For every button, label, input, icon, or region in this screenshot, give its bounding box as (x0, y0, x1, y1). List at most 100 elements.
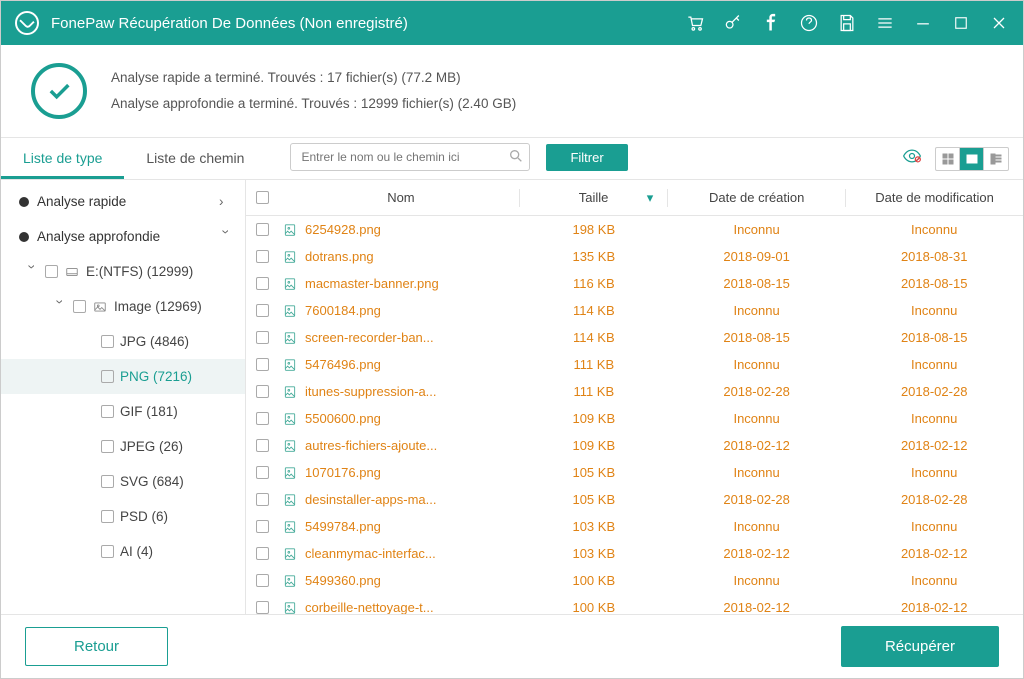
checkbox[interactable] (101, 335, 114, 348)
toolbar: Liste de type Liste de chemin Filtrer (1, 138, 1023, 180)
maximize-icon[interactable] (951, 13, 971, 33)
column-created[interactable]: Date de création (668, 190, 845, 205)
row-checkbox[interactable] (256, 547, 269, 560)
column-size[interactable]: Taille▾ (520, 190, 667, 205)
row-checkbox[interactable] (256, 250, 269, 263)
file-modified: Inconnu (845, 573, 1023, 588)
file-modified: 2018-08-15 (845, 276, 1023, 291)
file-name: 1070176.png (305, 465, 381, 480)
back-button[interactable]: Retour (25, 627, 168, 666)
table-row[interactable]: 5499360.png100 KBInconnuInconnu (246, 567, 1023, 594)
file-image-icon (283, 331, 297, 345)
table-row[interactable]: autres-fichiers-ajoute...109 KB2018-02-1… (246, 432, 1023, 459)
table-row[interactable]: dotrans.png135 KB2018-09-012018-08-31 (246, 243, 1023, 270)
save-icon[interactable] (837, 13, 857, 33)
table-row[interactable]: 5499784.png103 KBInconnuInconnu (246, 513, 1023, 540)
row-checkbox[interactable] (256, 601, 269, 614)
close-icon[interactable] (989, 13, 1009, 33)
file-modified: Inconnu (845, 357, 1023, 372)
file-modified: 2018-02-12 (845, 438, 1023, 453)
table-row[interactable]: screen-recorder-ban...114 KB2018-08-1520… (246, 324, 1023, 351)
file-image-icon (283, 466, 297, 480)
sidebar-format-item[interactable]: SVG (684) (1, 464, 245, 499)
row-checkbox[interactable] (256, 412, 269, 425)
tab-type-list[interactable]: Liste de type (1, 138, 124, 179)
table-row[interactable]: itunes-suppression-a...111 KB2018-02-282… (246, 378, 1023, 405)
table-row[interactable]: 7600184.png114 KBInconnuInconnu (246, 297, 1023, 324)
table-row[interactable]: corbeille-nettoyage-t...100 KB2018-02-12… (246, 594, 1023, 614)
sidebar-image-folder[interactable]: › Image (12969) (1, 289, 245, 324)
checkbox[interactable] (101, 405, 114, 418)
cart-icon[interactable] (685, 13, 705, 33)
search-input[interactable] (290, 143, 530, 171)
view-list-icon[interactable] (960, 148, 984, 170)
sidebar-format-item[interactable]: AI (4) (1, 534, 245, 569)
row-checkbox[interactable] (256, 385, 269, 398)
help-icon[interactable] (799, 13, 819, 33)
file-name: macmaster-banner.png (305, 276, 439, 291)
table-row[interactable]: macmaster-banner.png116 KB2018-08-152018… (246, 270, 1023, 297)
table-row[interactable]: cleanmymac-interfac...103 KB2018-02-1220… (246, 540, 1023, 567)
checkbox[interactable] (101, 510, 114, 523)
table-row[interactable]: 6254928.png198 KBInconnuInconnu (246, 216, 1023, 243)
row-checkbox[interactable] (256, 439, 269, 452)
table-row[interactable]: 5476496.png111 KBInconnuInconnu (246, 351, 1023, 378)
checkbox[interactable] (101, 370, 114, 383)
format-label: PNG (7216) (120, 369, 192, 384)
checkbox[interactable] (73, 300, 86, 313)
tab-path-list[interactable]: Liste de chemin (124, 138, 266, 179)
row-checkbox[interactable] (256, 331, 269, 344)
checkbox[interactable] (101, 475, 114, 488)
file-image-icon (283, 574, 297, 588)
row-checkbox[interactable] (256, 223, 269, 236)
table-row[interactable]: desinstaller-apps-ma...105 KB2018-02-282… (246, 486, 1023, 513)
file-modified: 2018-02-28 (845, 492, 1023, 507)
row-checkbox[interactable] (256, 358, 269, 371)
scan-status-banner: Analyse rapide a terminé. Trouvés : 17 f… (1, 45, 1023, 138)
preview-toggle-icon[interactable] (899, 146, 925, 171)
recover-button[interactable]: Récupérer (841, 626, 999, 667)
select-all-checkbox[interactable] (256, 191, 269, 204)
chevron-down-icon: › (53, 300, 68, 314)
checkbox[interactable] (101, 440, 114, 453)
checkbox[interactable] (45, 265, 58, 278)
row-checkbox[interactable] (256, 277, 269, 290)
row-checkbox[interactable] (256, 574, 269, 587)
file-size: 100 KB (520, 573, 668, 588)
sidebar-format-item[interactable]: JPEG (26) (1, 429, 245, 464)
file-created: 2018-02-28 (668, 492, 846, 507)
view-grid-icon[interactable] (936, 148, 960, 170)
row-checkbox[interactable] (256, 304, 269, 317)
sidebar-quick-scan[interactable]: Analyse rapide › (1, 184, 245, 219)
row-checkbox[interactable] (256, 493, 269, 506)
sidebar-format-item[interactable]: PNG (7216) (1, 359, 245, 394)
file-created: 2018-08-15 (668, 276, 846, 291)
file-size: 109 KB (520, 411, 668, 426)
file-created: Inconnu (668, 465, 846, 480)
file-modified: Inconnu (845, 222, 1023, 237)
sidebar-format-item[interactable]: PSD (6) (1, 499, 245, 534)
table-row[interactable]: 1070176.png105 KBInconnuInconnu (246, 459, 1023, 486)
column-name[interactable]: Nom (283, 190, 519, 205)
minimize-icon[interactable] (913, 13, 933, 33)
menu-icon[interactable] (875, 13, 895, 33)
search-icon[interactable] (508, 148, 524, 169)
sidebar-drive[interactable]: › E:(NTFS) (12999) (1, 254, 245, 289)
sidebar-format-item[interactable]: GIF (181) (1, 394, 245, 429)
row-checkbox[interactable] (256, 520, 269, 533)
key-icon[interactable] (723, 13, 743, 33)
view-detail-icon[interactable] (984, 148, 1008, 170)
row-checkbox[interactable] (256, 466, 269, 479)
sidebar-deep-scan[interactable]: Analyse approfondie › (1, 219, 245, 254)
column-modified[interactable]: Date de modification (846, 190, 1023, 205)
filter-button[interactable]: Filtrer (546, 144, 627, 171)
file-created: Inconnu (668, 357, 846, 372)
facebook-icon[interactable] (761, 13, 781, 33)
footer: Retour Récupérer (1, 614, 1023, 678)
file-created: Inconnu (668, 573, 846, 588)
table-row[interactable]: 5500600.png109 KBInconnuInconnu (246, 405, 1023, 432)
checkbox[interactable] (101, 545, 114, 558)
file-modified: Inconnu (845, 303, 1023, 318)
format-label: JPEG (26) (120, 439, 183, 454)
sidebar-format-item[interactable]: JPG (4846) (1, 324, 245, 359)
